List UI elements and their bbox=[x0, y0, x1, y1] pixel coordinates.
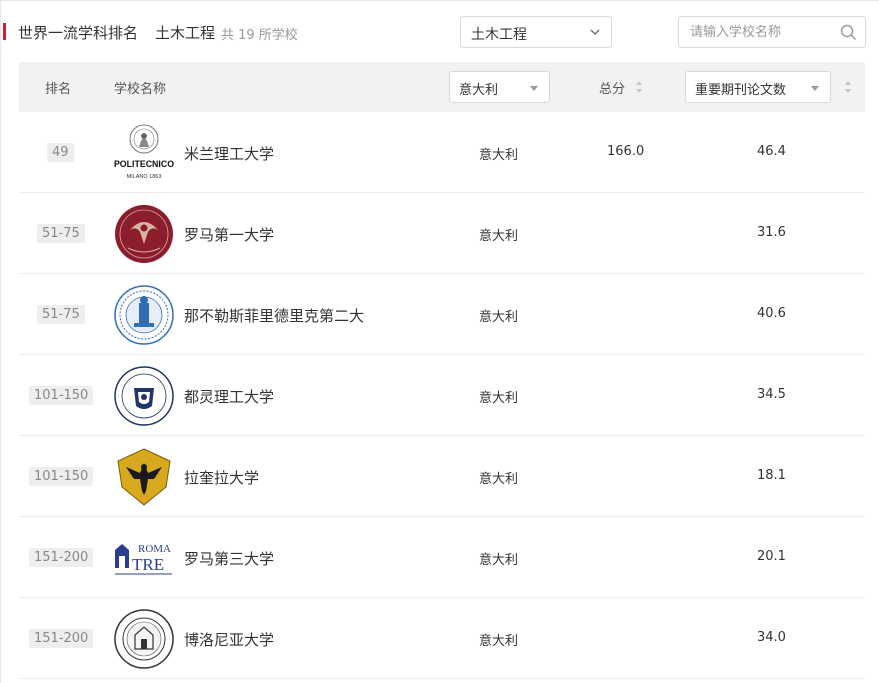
table-row[interactable]: 101-150 都灵理工大学 意大利 34.5 bbox=[19, 355, 865, 436]
rank-badge: 49 bbox=[47, 143, 74, 162]
school-name[interactable]: 罗马第三大学 bbox=[184, 548, 364, 569]
papers-cell: 34.5 bbox=[757, 387, 786, 402]
country-cell: 意大利 bbox=[479, 634, 519, 649]
table-row[interactable]: 151-200 博洛尼亚大学 意大利 34.0 bbox=[19, 598, 865, 679]
sort-icon[interactable] bbox=[635, 80, 643, 94]
sort-icon[interactable] bbox=[844, 80, 852, 94]
school-name[interactable]: 那不勒斯菲里德里克第二大学 bbox=[184, 305, 364, 326]
table-header: 排名 学校名称 意大利 总分 重要期刊论文数 bbox=[19, 62, 865, 112]
svg-text:POLITECNICO: POLITECNICO bbox=[114, 159, 174, 169]
country-cell: 意大利 bbox=[479, 229, 519, 244]
title-accent-bar bbox=[3, 23, 6, 40]
papers-cell: 20.1 bbox=[757, 549, 786, 564]
school-count: 共 19 所学校 bbox=[221, 28, 298, 43]
school-name[interactable]: 拉奎拉大学 bbox=[184, 467, 364, 488]
ranking-panel: 世界一流学科排名 土木工程 共 19 所学校 土木工程 排名 学校名称 意大利 bbox=[0, 0, 879, 683]
rank-badge: 51-75 bbox=[37, 305, 85, 324]
caret-down-icon bbox=[530, 86, 538, 91]
table-row[interactable]: 101-150 拉奎拉大学 意大利 18.1 bbox=[19, 436, 865, 517]
ranking-table: 排名 学校名称 意大利 总分 重要期刊论文数 49 POLITECNICO MI… bbox=[19, 62, 865, 679]
rank-badge: 101-150 bbox=[29, 467, 94, 486]
column-school: 学校名称 bbox=[114, 82, 167, 97]
rank-badge: 101-150 bbox=[29, 386, 94, 405]
roma-tre-logo: ROMA TRE bbox=[115, 543, 172, 575]
country-cell: 意大利 bbox=[479, 553, 519, 568]
svg-text:ROMA: ROMA bbox=[138, 543, 171, 555]
table-row[interactable]: 51-75 那不勒斯菲里德里克第二大学 意大利 40.6 bbox=[19, 274, 865, 355]
subject-name: 土木工程 bbox=[155, 24, 216, 42]
country-cell: 意大利 bbox=[479, 310, 519, 325]
papers-cell: 18.1 bbox=[757, 468, 786, 483]
svg-text:TRE: TRE bbox=[132, 555, 164, 574]
papers-cell: 34.0 bbox=[757, 630, 786, 645]
federico-ii-logo bbox=[114, 285, 174, 345]
politecnico-milano-logo: POLITECNICO MILANO 1863 bbox=[114, 124, 174, 180]
bologna-logo bbox=[114, 609, 174, 669]
chevron-down-icon bbox=[590, 29, 600, 35]
school-name[interactable]: 罗马第一大学 bbox=[184, 224, 364, 245]
subject-select-value: 土木工程 bbox=[471, 27, 527, 43]
papers-cell: 31.6 bbox=[757, 225, 786, 240]
country-filter-value: 意大利 bbox=[459, 83, 499, 98]
country-cell: 意大利 bbox=[479, 472, 519, 487]
school-name[interactable]: 都灵理工大学 bbox=[184, 386, 364, 407]
rank-badge: 51-75 bbox=[37, 224, 85, 243]
table-row[interactable]: 51-75 罗马第一大学 意大利 31.6 bbox=[19, 193, 865, 274]
subject-select[interactable]: 土木工程 bbox=[460, 16, 612, 48]
laquila-logo bbox=[117, 448, 171, 506]
score-cell: 166.0 bbox=[607, 144, 645, 159]
indicator-select[interactable]: 重要期刊论文数 bbox=[685, 71, 831, 103]
country-filter-select[interactable]: 意大利 bbox=[449, 71, 550, 103]
sapienza-logo bbox=[115, 205, 173, 263]
indicator-select-value: 重要期刊论文数 bbox=[695, 83, 787, 98]
table-row[interactable]: 49 POLITECNICO MILANO 1863 米兰理工大学 意大利 16… bbox=[19, 112, 865, 193]
page-title: 世界一流学科排名 bbox=[18, 24, 139, 42]
country-cell: 意大利 bbox=[479, 148, 519, 163]
papers-cell: 46.4 bbox=[757, 144, 786, 159]
search-input[interactable] bbox=[679, 17, 839, 47]
table-row[interactable]: 151-200 ROMA TRE 罗马第三大学 意大利 20.1 bbox=[19, 517, 865, 598]
school-name[interactable]: 米兰理工大学 bbox=[184, 143, 364, 164]
column-score: 总分 bbox=[599, 82, 626, 97]
search-icon[interactable] bbox=[840, 24, 857, 41]
rank-badge: 151-200 bbox=[29, 629, 94, 648]
page-header: 世界一流学科排名 土木工程 共 19 所学校 土木工程 bbox=[1, 1, 879, 63]
caret-down-icon bbox=[811, 86, 819, 91]
school-name[interactable]: 博洛尼亚大学 bbox=[184, 629, 364, 650]
svg-text:MILANO 1863: MILANO 1863 bbox=[127, 174, 162, 180]
country-cell: 意大利 bbox=[479, 391, 519, 406]
papers-cell: 40.6 bbox=[757, 306, 786, 321]
column-rank: 排名 bbox=[45, 82, 72, 97]
search-box bbox=[678, 16, 866, 48]
politecnico-torino-logo bbox=[114, 366, 174, 426]
rank-badge: 151-200 bbox=[29, 548, 94, 567]
